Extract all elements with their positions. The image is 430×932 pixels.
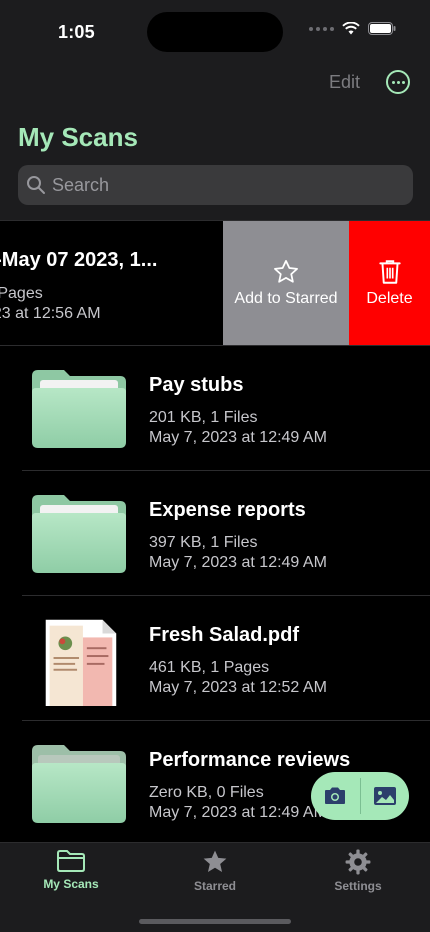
item-meta: Zero KB, 0 Files May 7, 2023 at 12:49 AM	[149, 783, 327, 823]
item-name: Performance reviews	[149, 749, 351, 771]
item-meta: 461 KB, 1 Pages May 7, 2023 at 12:52 AM	[149, 658, 327, 698]
scan-list: e-May 07 2023, 1... 1 Pages 023 at 12:56…	[0, 220, 430, 842]
delete-label: Delete	[366, 290, 413, 307]
item-meta: 1 Pages 023 at 12:56 AM	[0, 284, 101, 324]
search-placeholder: Search	[52, 174, 110, 195]
wifi-icon	[342, 22, 360, 35]
item-size: 201 KB, 1 Files	[149, 409, 258, 426]
photo-icon	[373, 787, 396, 805]
swiped-list-item[interactable]: e-May 07 2023, 1... 1 Pages 023 at 12:56…	[0, 220, 430, 346]
swiped-item-content[interactable]: e-May 07 2023, 1... 1 Pages 023 at 12:56…	[0, 221, 224, 345]
list-item[interactable]: Expense reports 397 KB, 1 Files May 7, 2…	[22, 471, 430, 596]
edit-button[interactable]: Edit	[329, 72, 360, 93]
tab-label: Starred	[193, 879, 237, 893]
item-size: Zero KB, 0 Files	[149, 784, 264, 801]
header: Edit My Scans Search	[0, 60, 430, 220]
add-to-starred-label: Add to Starred	[234, 290, 338, 307]
capture-button-group	[311, 772, 409, 820]
cellular-signal-icon	[309, 26, 334, 31]
tab-starred[interactable]: Starred	[155, 849, 275, 893]
star-icon	[203, 850, 227, 872]
list-item[interactable]: Fresh Salad.pdf 461 KB, 1 Pages May 7, 2…	[22, 596, 430, 721]
item-date: May 7, 2023 at 12:49 AM	[149, 429, 327, 446]
item-size: 397 KB, 1 Files	[149, 534, 258, 551]
battery-icon	[368, 22, 396, 35]
trash-icon	[378, 260, 401, 284]
star-outline-icon	[274, 260, 298, 283]
search-input[interactable]: Search	[18, 165, 413, 205]
tab-label: My Scans	[43, 877, 99, 891]
tab-my-scans[interactable]: My Scans	[11, 849, 131, 891]
camera-icon	[325, 787, 346, 804]
search-icon	[27, 176, 45, 194]
delete-button[interactable]: Delete	[349, 221, 430, 345]
add-to-starred-button[interactable]: Add to Starred	[223, 221, 349, 345]
list-item[interactable]: Pay stubs 201 KB, 1 Files May 7, 2023 at…	[22, 346, 430, 471]
more-options-button[interactable]	[386, 70, 410, 94]
item-pages: 1 Pages	[0, 285, 43, 302]
item-date: 023 at 12:56 AM	[0, 305, 101, 322]
tab-label: Settings	[334, 879, 382, 893]
folder-icon	[57, 850, 85, 872]
dynamic-island	[147, 12, 283, 52]
item-meta: 201 KB, 1 Files May 7, 2023 at 12:49 AM	[149, 408, 327, 448]
home-indicator[interactable]	[139, 919, 291, 924]
item-date: May 7, 2023 at 12:49 AM	[149, 554, 327, 571]
tab-bar: My Scans Starred Settings	[0, 842, 430, 932]
pdf-thumbnail-icon	[45, 619, 117, 706]
item-name: e-May 07 2023, 1...	[0, 249, 158, 271]
item-size: 461 KB, 1 Pages	[149, 659, 270, 676]
item-name: Pay stubs	[149, 374, 244, 396]
ellipsis-icon	[391, 80, 395, 84]
status-time: 1:05	[58, 22, 95, 42]
item-name: Fresh Salad.pdf	[149, 624, 300, 646]
status-icons	[309, 22, 396, 35]
item-date: May 7, 2023 at 12:52 AM	[149, 679, 327, 696]
item-name: Expense reports	[149, 499, 306, 521]
folder-icon	[32, 370, 126, 448]
gear-icon	[345, 849, 371, 875]
photo-library-button[interactable]	[361, 772, 410, 820]
item-meta: 397 KB, 1 Files May 7, 2023 at 12:49 AM	[149, 533, 327, 573]
camera-button[interactable]	[311, 772, 360, 820]
folder-icon	[32, 745, 126, 823]
status-bar: 1:05	[0, 0, 430, 60]
folder-icon	[32, 495, 126, 573]
item-date: May 7, 2023 at 12:49 AM	[149, 804, 327, 821]
page-title: My Scans	[18, 122, 138, 152]
tab-settings[interactable]: Settings	[298, 849, 418, 893]
